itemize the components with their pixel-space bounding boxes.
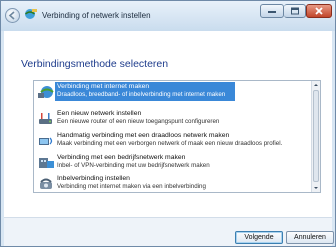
cancel-button[interactable]: Annuleren <box>286 231 334 244</box>
option-subtitle: Maak verbinding met een verborgen netwer… <box>57 140 283 147</box>
option-manual-wireless[interactable]: Handmatig verbinding met een draadloos n… <box>34 132 313 150</box>
back-button[interactable] <box>5 8 20 23</box>
close-button[interactable] <box>306 4 332 18</box>
list-scrollbar[interactable] <box>311 81 320 192</box>
network-wizard-icon <box>25 9 37 19</box>
option-dialup[interactable]: Inbelverbinding instellen Verbinding met… <box>34 175 313 192</box>
router-icon <box>39 113 52 124</box>
back-arrow-icon <box>8 11 15 20</box>
option-subtitle: Inbel- of VPN-verbinding met uw bedrijfs… <box>57 162 210 169</box>
option-title: Verbinding met een bedrijfsnetwerk maken <box>57 154 186 161</box>
page-heading: Verbindingsmethode selecteren <box>21 58 169 70</box>
window-title: Verbinding of netwerk instellen <box>42 11 151 20</box>
option-subtitle: Verbinding met internet maken via een in… <box>57 183 206 190</box>
option-title: Verbinding met internet maken <box>57 83 150 90</box>
option-new-network[interactable]: Een nieuw netwerk instellen Een nieuwe r… <box>34 110 313 128</box>
globe-network-icon <box>38 86 54 98</box>
button-bar: Volgende Annuleren <box>4 217 334 246</box>
workplace-network-icon <box>39 158 54 168</box>
scroll-thumb[interactable] <box>313 90 319 182</box>
option-title: Inbelverbinding instellen <box>57 175 130 182</box>
option-workplace[interactable]: Verbinding met een bedrijfsnetwerk maken… <box>34 154 313 172</box>
minimize-button[interactable] <box>260 4 284 18</box>
wizard-window: Verbinding of netwerk instellen Verbindi… <box>0 0 336 247</box>
option-subtitle: Een nieuwe router of een nieuw toegangsp… <box>57 118 220 125</box>
scroll-up-icon[interactable] <box>312 81 320 89</box>
maximize-button[interactable] <box>284 4 306 18</box>
next-button[interactable]: Volgende <box>235 231 283 244</box>
option-internet[interactable]: Verbinding met internet maken Draadloos,… <box>34 82 313 101</box>
title-bar: Verbinding of netwerk instellen <box>1 1 335 31</box>
minimize-icon <box>268 11 276 13</box>
wireless-computer-icon <box>39 137 53 145</box>
dialup-phone-icon <box>40 178 52 189</box>
connection-options-list[interactable]: Verbinding met internet maken Draadloos,… <box>33 80 321 193</box>
option-subtitle: Draadloos, breedband- of inbelverbinding… <box>57 91 226 98</box>
maximize-icon <box>290 7 299 15</box>
option-title: Een nieuw netwerk instellen <box>57 110 142 117</box>
close-icon <box>315 7 323 15</box>
scroll-down-icon[interactable] <box>312 184 320 192</box>
option-title: Handmatig verbinding met een draadloos n… <box>57 132 230 139</box>
